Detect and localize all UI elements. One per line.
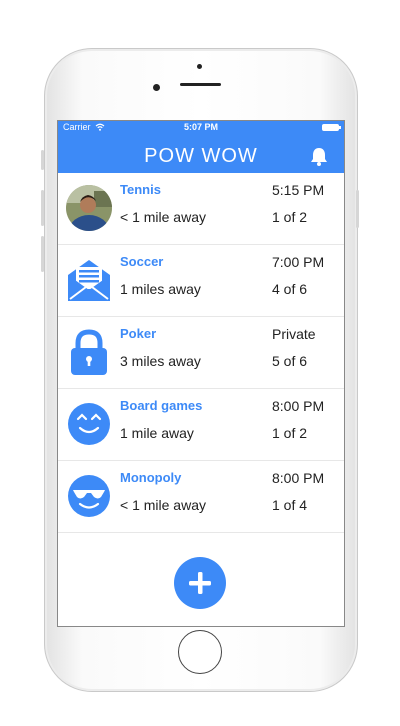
event-attendee-count: 5 of 6 [272, 353, 308, 369]
event-distance: < 1 mile away [120, 497, 206, 513]
event-title: Board games [120, 398, 203, 413]
app-title: POW WOW [144, 145, 258, 167]
app-header: Carrier 5:07 PM POW WOW [58, 121, 344, 173]
event-time: Private [272, 326, 316, 342]
list-item[interactable]: Soccer 1 miles away 7:00 PM 4 of 6 [58, 245, 344, 317]
power-button [356, 190, 359, 228]
mute-switch [41, 150, 44, 170]
event-title: Soccer [120, 254, 164, 269]
front-camera [153, 84, 160, 91]
event-title: Poker [120, 326, 157, 341]
event-title: Tennis [120, 182, 161, 197]
home-button[interactable] [178, 630, 222, 674]
event-attendee-count: 1 of 2 [272, 425, 308, 441]
list-item[interactable]: Monopoly < 1 mile away 8:00 PM 1 of 4 [58, 461, 344, 533]
smiley-icon [68, 403, 110, 445]
proximity-sensor [197, 64, 202, 69]
bell-icon[interactable] [308, 145, 330, 167]
event-time: 7:00 PM [272, 254, 325, 270]
event-title: Monopoly [120, 470, 182, 485]
user-avatar [66, 185, 112, 231]
lock-icon [71, 329, 107, 375]
volume-up-button [41, 190, 44, 226]
list-item[interactable]: Poker 3 miles away Private 5 of 6 [58, 317, 344, 389]
event-list: Tennis < 1 mile away 5:15 PM 1 of 2 Socc… [58, 173, 344, 533]
event-distance: 1 mile away [120, 425, 194, 441]
envelope-icon [68, 260, 110, 301]
earpiece-speaker [180, 83, 221, 86]
event-attendee-count: 1 of 2 [272, 209, 308, 225]
event-attendee-count: 1 of 4 [272, 497, 308, 513]
list-item[interactable]: Board games 1 mile away 8:00 PM 1 of 2 [58, 389, 344, 461]
battery-icon [322, 124, 341, 131]
add-event-button[interactable] [174, 557, 226, 609]
volume-down-button [41, 236, 44, 272]
event-time: 8:00 PM [272, 398, 325, 414]
event-distance: < 1 mile away [120, 209, 206, 225]
app-screen: Carrier 5:07 PM POW WOW Tennis < 1 mile … [57, 120, 345, 627]
status-time: 5:07 PM [183, 122, 218, 132]
event-distance: 1 miles away [120, 281, 201, 297]
event-time: 5:15 PM [272, 182, 325, 198]
event-time: 8:00 PM [272, 470, 325, 486]
sunglasses-smiley-icon [68, 475, 110, 517]
event-distance: 3 miles away [120, 353, 201, 369]
list-item[interactable]: Tennis < 1 mile away 5:15 PM 1 of 2 [58, 173, 344, 245]
plus-icon [189, 572, 211, 594]
event-attendee-count: 4 of 6 [272, 281, 308, 297]
